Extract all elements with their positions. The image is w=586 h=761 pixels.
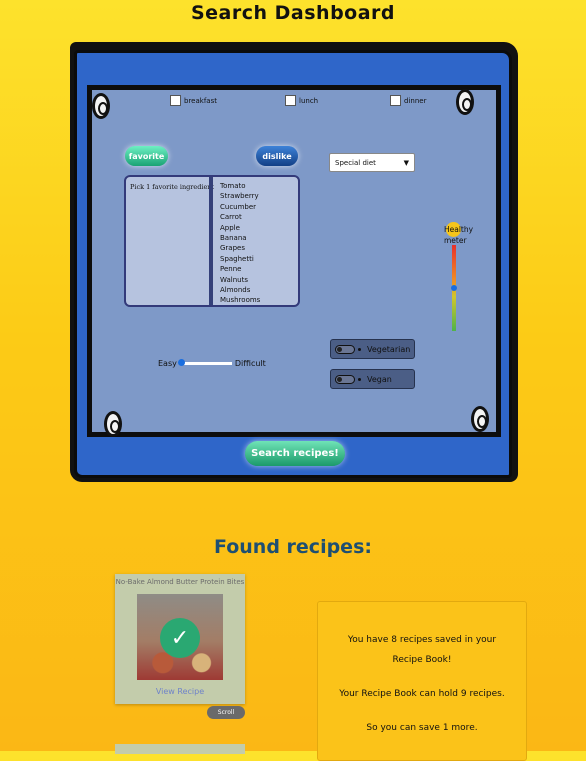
ingredient-item[interactable]: Strawberry xyxy=(220,191,260,201)
meal-option-breakfast[interactable]: breakfast xyxy=(170,95,217,106)
ingredient-item[interactable]: Almonds xyxy=(220,285,260,295)
dropdown-arrow-icon: ▼ xyxy=(403,158,409,167)
recipe-card[interactable]: No-Bake Almond Butter Protein Bites ✓ Vi… xyxy=(115,574,245,704)
ingredient-item[interactable]: Banana xyxy=(220,233,260,243)
recipe-title: No-Bake Almond Butter Protein Bites xyxy=(115,578,245,586)
difficult-label: Difficult xyxy=(234,359,266,368)
ingredient-item[interactable]: Tomato xyxy=(220,181,260,191)
scroll-button[interactable]: Scroll xyxy=(207,706,245,719)
vegetarian-toggle[interactable]: Vegetarian xyxy=(330,339,415,359)
meal-label: dinner xyxy=(404,96,427,105)
ingredient-item[interactable]: Penne xyxy=(220,264,260,274)
page-title: Search Dashboard xyxy=(190,2,396,24)
ingredient-item[interactable]: Carrot xyxy=(220,212,260,222)
screw-icon xyxy=(104,411,122,437)
special-diet-select[interactable]: Special diet ▼ xyxy=(329,153,415,172)
checkbox[interactable] xyxy=(285,95,296,106)
ingredient-item[interactable]: Cucumber xyxy=(220,202,260,212)
view-recipe-link[interactable]: View Recipe xyxy=(115,687,245,696)
ingredient-item[interactable]: Walnuts xyxy=(220,275,260,285)
bullet-icon xyxy=(358,377,361,381)
info-saved-count: You have 8 recipes saved in your Recipe … xyxy=(347,635,497,665)
checkbox[interactable] xyxy=(390,95,401,106)
checkbox[interactable] xyxy=(170,95,181,106)
ingredient-item[interactable]: Apple xyxy=(220,223,260,233)
meal-option-dinner[interactable]: dinner xyxy=(390,95,426,106)
ingredient-item[interactable]: Mushrooms xyxy=(220,295,260,305)
slider-thumb[interactable] xyxy=(177,359,185,366)
ingredient-item[interactable]: Grapes xyxy=(220,243,260,253)
search-recipes-button[interactable]: Search recipes! xyxy=(245,441,345,466)
healthy-meter-label: Healthy meter xyxy=(444,224,473,246)
ingredient-picker: Pick 1 favorite ingredient Tomato Strawb… xyxy=(124,175,300,307)
meal-option-lunch[interactable]: lunch xyxy=(285,95,318,106)
toggle-label: Vegetarian xyxy=(367,344,411,354)
recipe-book-info: You have 8 recipes saved in your Recipe … xyxy=(317,601,527,761)
checkmark-icon: ✓ xyxy=(160,618,200,658)
favorite-button[interactable]: favorite xyxy=(125,146,168,166)
toggle-switch[interactable] xyxy=(335,344,355,354)
info-remaining: So you can save 1 more. xyxy=(366,723,478,733)
ingredient-list: Tomato Strawberry Cucumber Carrot Apple … xyxy=(220,181,260,305)
screw-icon xyxy=(92,93,110,119)
ingredient-item[interactable]: Spaghetti xyxy=(220,254,260,264)
toggle-label: Vegan xyxy=(367,374,392,384)
toggle-switch[interactable] xyxy=(335,374,355,384)
meal-label: lunch xyxy=(299,96,319,105)
ingredient-prompt: Pick 1 favorite ingredient xyxy=(130,183,215,191)
meter-label-line2: meter xyxy=(444,236,467,245)
meal-label: breakfast xyxy=(184,96,217,105)
meter-label-line1: Healthy xyxy=(444,225,474,234)
meter-thumb[interactable] xyxy=(451,285,457,291)
info-capacity: Your Recipe Book can hold 9 recipes. xyxy=(339,689,505,699)
slider-track[interactable] xyxy=(177,359,232,366)
vegan-toggle[interactable]: Vegan xyxy=(330,369,415,389)
screw-icon xyxy=(456,89,474,115)
found-recipes-heading: Found recipes: xyxy=(214,536,372,558)
easy-label: Easy xyxy=(158,359,177,368)
bullet-icon xyxy=(358,347,361,351)
recipe-card[interactable] xyxy=(115,744,245,754)
dislike-button[interactable]: dislike xyxy=(256,146,298,166)
select-value: Special diet xyxy=(335,158,376,167)
difficulty-slider[interactable]: Easy Difficult xyxy=(158,359,266,368)
screw-icon xyxy=(471,406,489,432)
divider xyxy=(209,177,213,305)
